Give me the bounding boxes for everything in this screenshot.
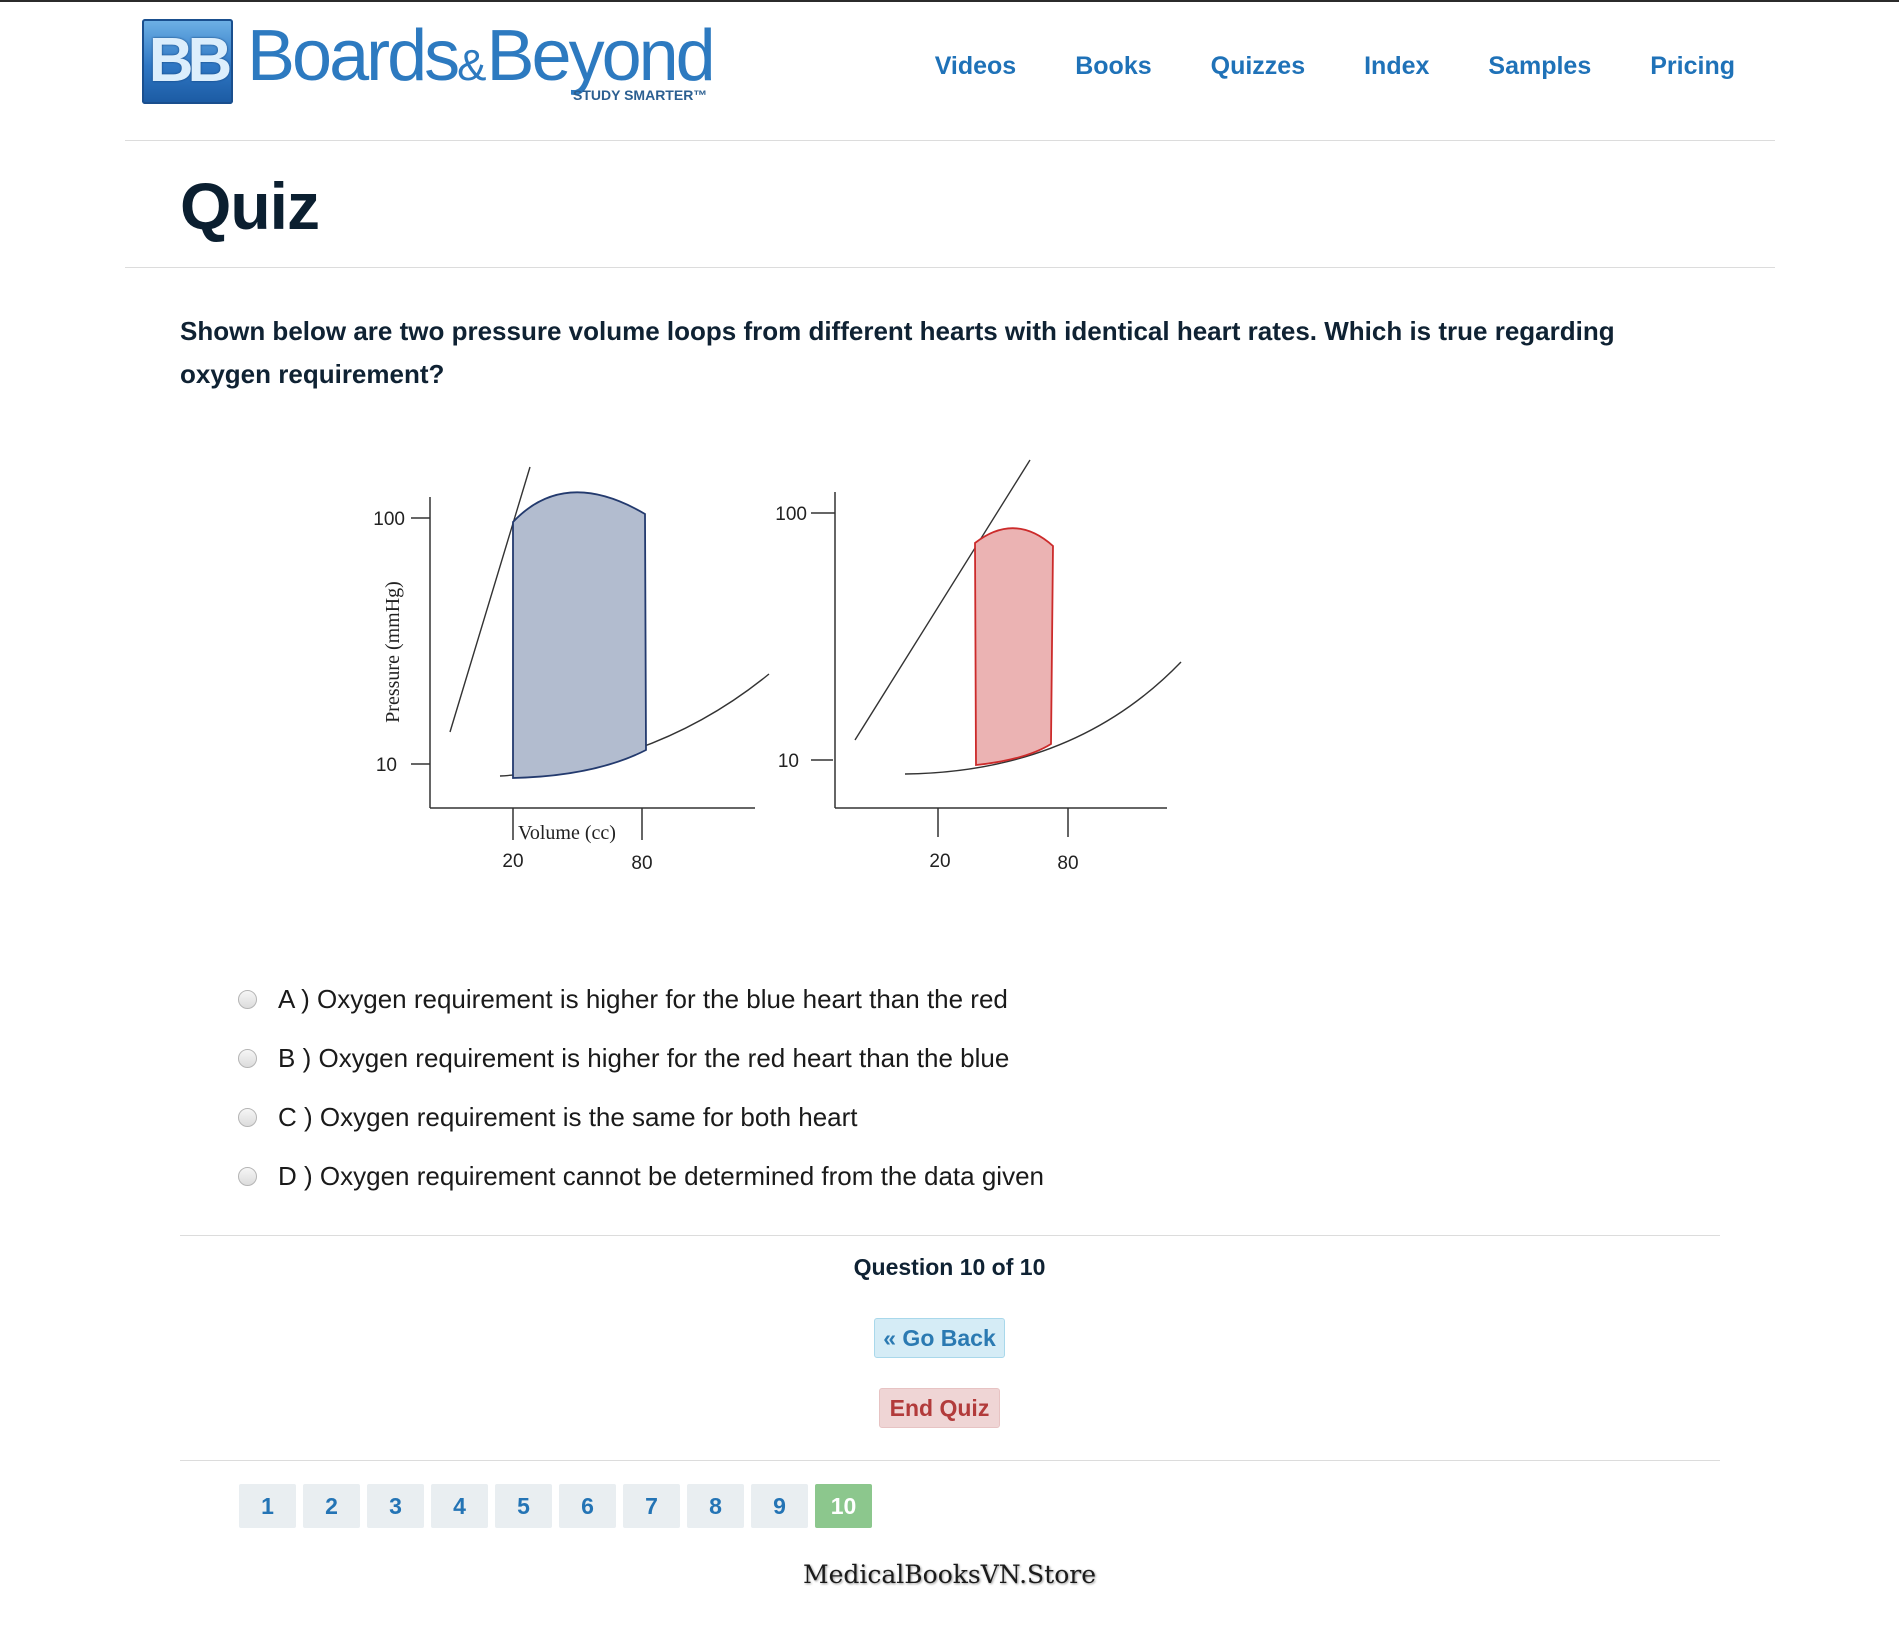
page-button-10-active[interactable]: 10 [815,1484,872,1528]
option-letter: A ) [278,984,310,1014]
blue-heart-plot: 100 10 Pressure (mmHg) Volume (cc) 20 80 [373,466,770,874]
page-button-6[interactable]: 6 [559,1484,616,1528]
logo-word-1: Boards [247,16,460,96]
logo-word-2: Beyond [486,16,716,96]
nav-pricing[interactable]: Pricing [1650,52,1735,81]
divider [125,140,1775,141]
red-heart-plot: 100 10 20 80 [775,459,1182,874]
y-tick-label-100: 100 [775,504,807,525]
option-label: Oxygen requirement is higher for the blu… [317,984,1008,1014]
option-letter: C ) [278,1102,313,1132]
page-button-9[interactable]: 9 [751,1484,808,1528]
y-tick-label-100: 100 [373,509,405,530]
x-tick-label-80: 80 [1057,853,1078,874]
question-pagination: 1 2 3 4 5 6 7 8 9 10 [239,1484,872,1528]
x-tick-label-80: 80 [631,853,652,874]
nav-videos[interactable]: Videos [935,52,1017,81]
nav-samples[interactable]: Samples [1488,52,1591,81]
page-button-1[interactable]: 1 [239,1484,296,1528]
blue-pv-loop [512,491,647,779]
option-b[interactable]: B ) Oxygen requirement is higher for the… [238,1029,1044,1088]
nav-quizzes[interactable]: Quizzes [1211,52,1305,81]
logo-ampersand: & [457,41,487,90]
logo-wordmark[interactable]: Boards&Beyond [247,20,716,92]
page-button-7[interactable]: 7 [623,1484,680,1528]
option-a[interactable]: A ) Oxygen requirement is higher for the… [238,970,1044,1029]
logo-badge[interactable]: BB [142,19,233,104]
option-text: A ) Oxygen requirement is higher for the… [278,984,1008,1015]
nav-books[interactable]: Books [1075,52,1151,81]
watermark: MedicalBooksVN.Store [803,1560,1096,1589]
page-title: Quiz [180,169,320,243]
page-button-3[interactable]: 3 [367,1484,424,1528]
question-text: Shown below are two pressure volume loop… [180,316,1615,389]
option-letter: D ) [278,1161,313,1191]
pv-loop-figure: 100 10 Pressure (mmHg) Volume (cc) 20 80… [355,452,1195,874]
option-text: C ) Oxygen requirement is the same for b… [278,1102,858,1133]
radio-button[interactable] [238,990,257,1009]
radio-button[interactable] [238,1167,257,1186]
x-tick-label-20: 20 [929,851,950,872]
x-tick-label-20: 20 [502,851,523,872]
option-text: B ) Oxygen requirement is higher for the… [278,1043,1009,1074]
go-back-button[interactable]: « Go Back [874,1318,1005,1358]
red-pv-loop [974,527,1054,766]
nav-index[interactable]: Index [1364,52,1429,81]
radio-button[interactable] [238,1049,257,1068]
divider [180,1235,1720,1236]
option-label: Oxygen requirement is the same for both … [319,1102,858,1132]
end-quiz-button[interactable]: End Quiz [879,1388,1000,1428]
main-nav: Videos Books Quizzes Index Samples Prici… [935,52,1735,81]
site-header: BB Boards&Beyond STUDY SMARTER™ Videos B… [125,2,1775,140]
y-axis-label: Pressure (mmHg) [382,581,404,723]
logo-tagline: STUDY SMARTER™ [573,87,708,103]
page-button-5[interactable]: 5 [495,1484,552,1528]
pv-loop-svg: 100 10 Pressure (mmHg) Volume (cc) 20 80… [373,459,1182,874]
option-letter: B ) [278,1043,312,1073]
divider [125,267,1775,268]
x-axis-label: Volume (cc) [518,822,616,844]
page-button-2[interactable]: 2 [303,1484,360,1528]
option-d[interactable]: D ) Oxygen requirement cannot be determi… [238,1147,1044,1206]
radio-button[interactable] [238,1108,257,1127]
option-label: Oxygen requirement cannot be determined … [319,1161,1044,1191]
page-button-4[interactable]: 4 [431,1484,488,1528]
answer-options: A ) Oxygen requirement is higher for the… [238,970,1044,1206]
page-button-8[interactable]: 8 [687,1484,744,1528]
divider [180,1460,1720,1461]
y-tick-label-10: 10 [778,751,799,772]
option-text: D ) Oxygen requirement cannot be determi… [278,1161,1044,1192]
logo-badge-text: BB [148,26,233,95]
question-counter: Question 10 of 10 [853,1254,1046,1280]
option-label: Oxygen requirement is higher for the red… [318,1043,1010,1073]
option-c[interactable]: C ) Oxygen requirement is the same for b… [238,1088,1044,1147]
y-tick-label-10: 10 [376,755,397,776]
